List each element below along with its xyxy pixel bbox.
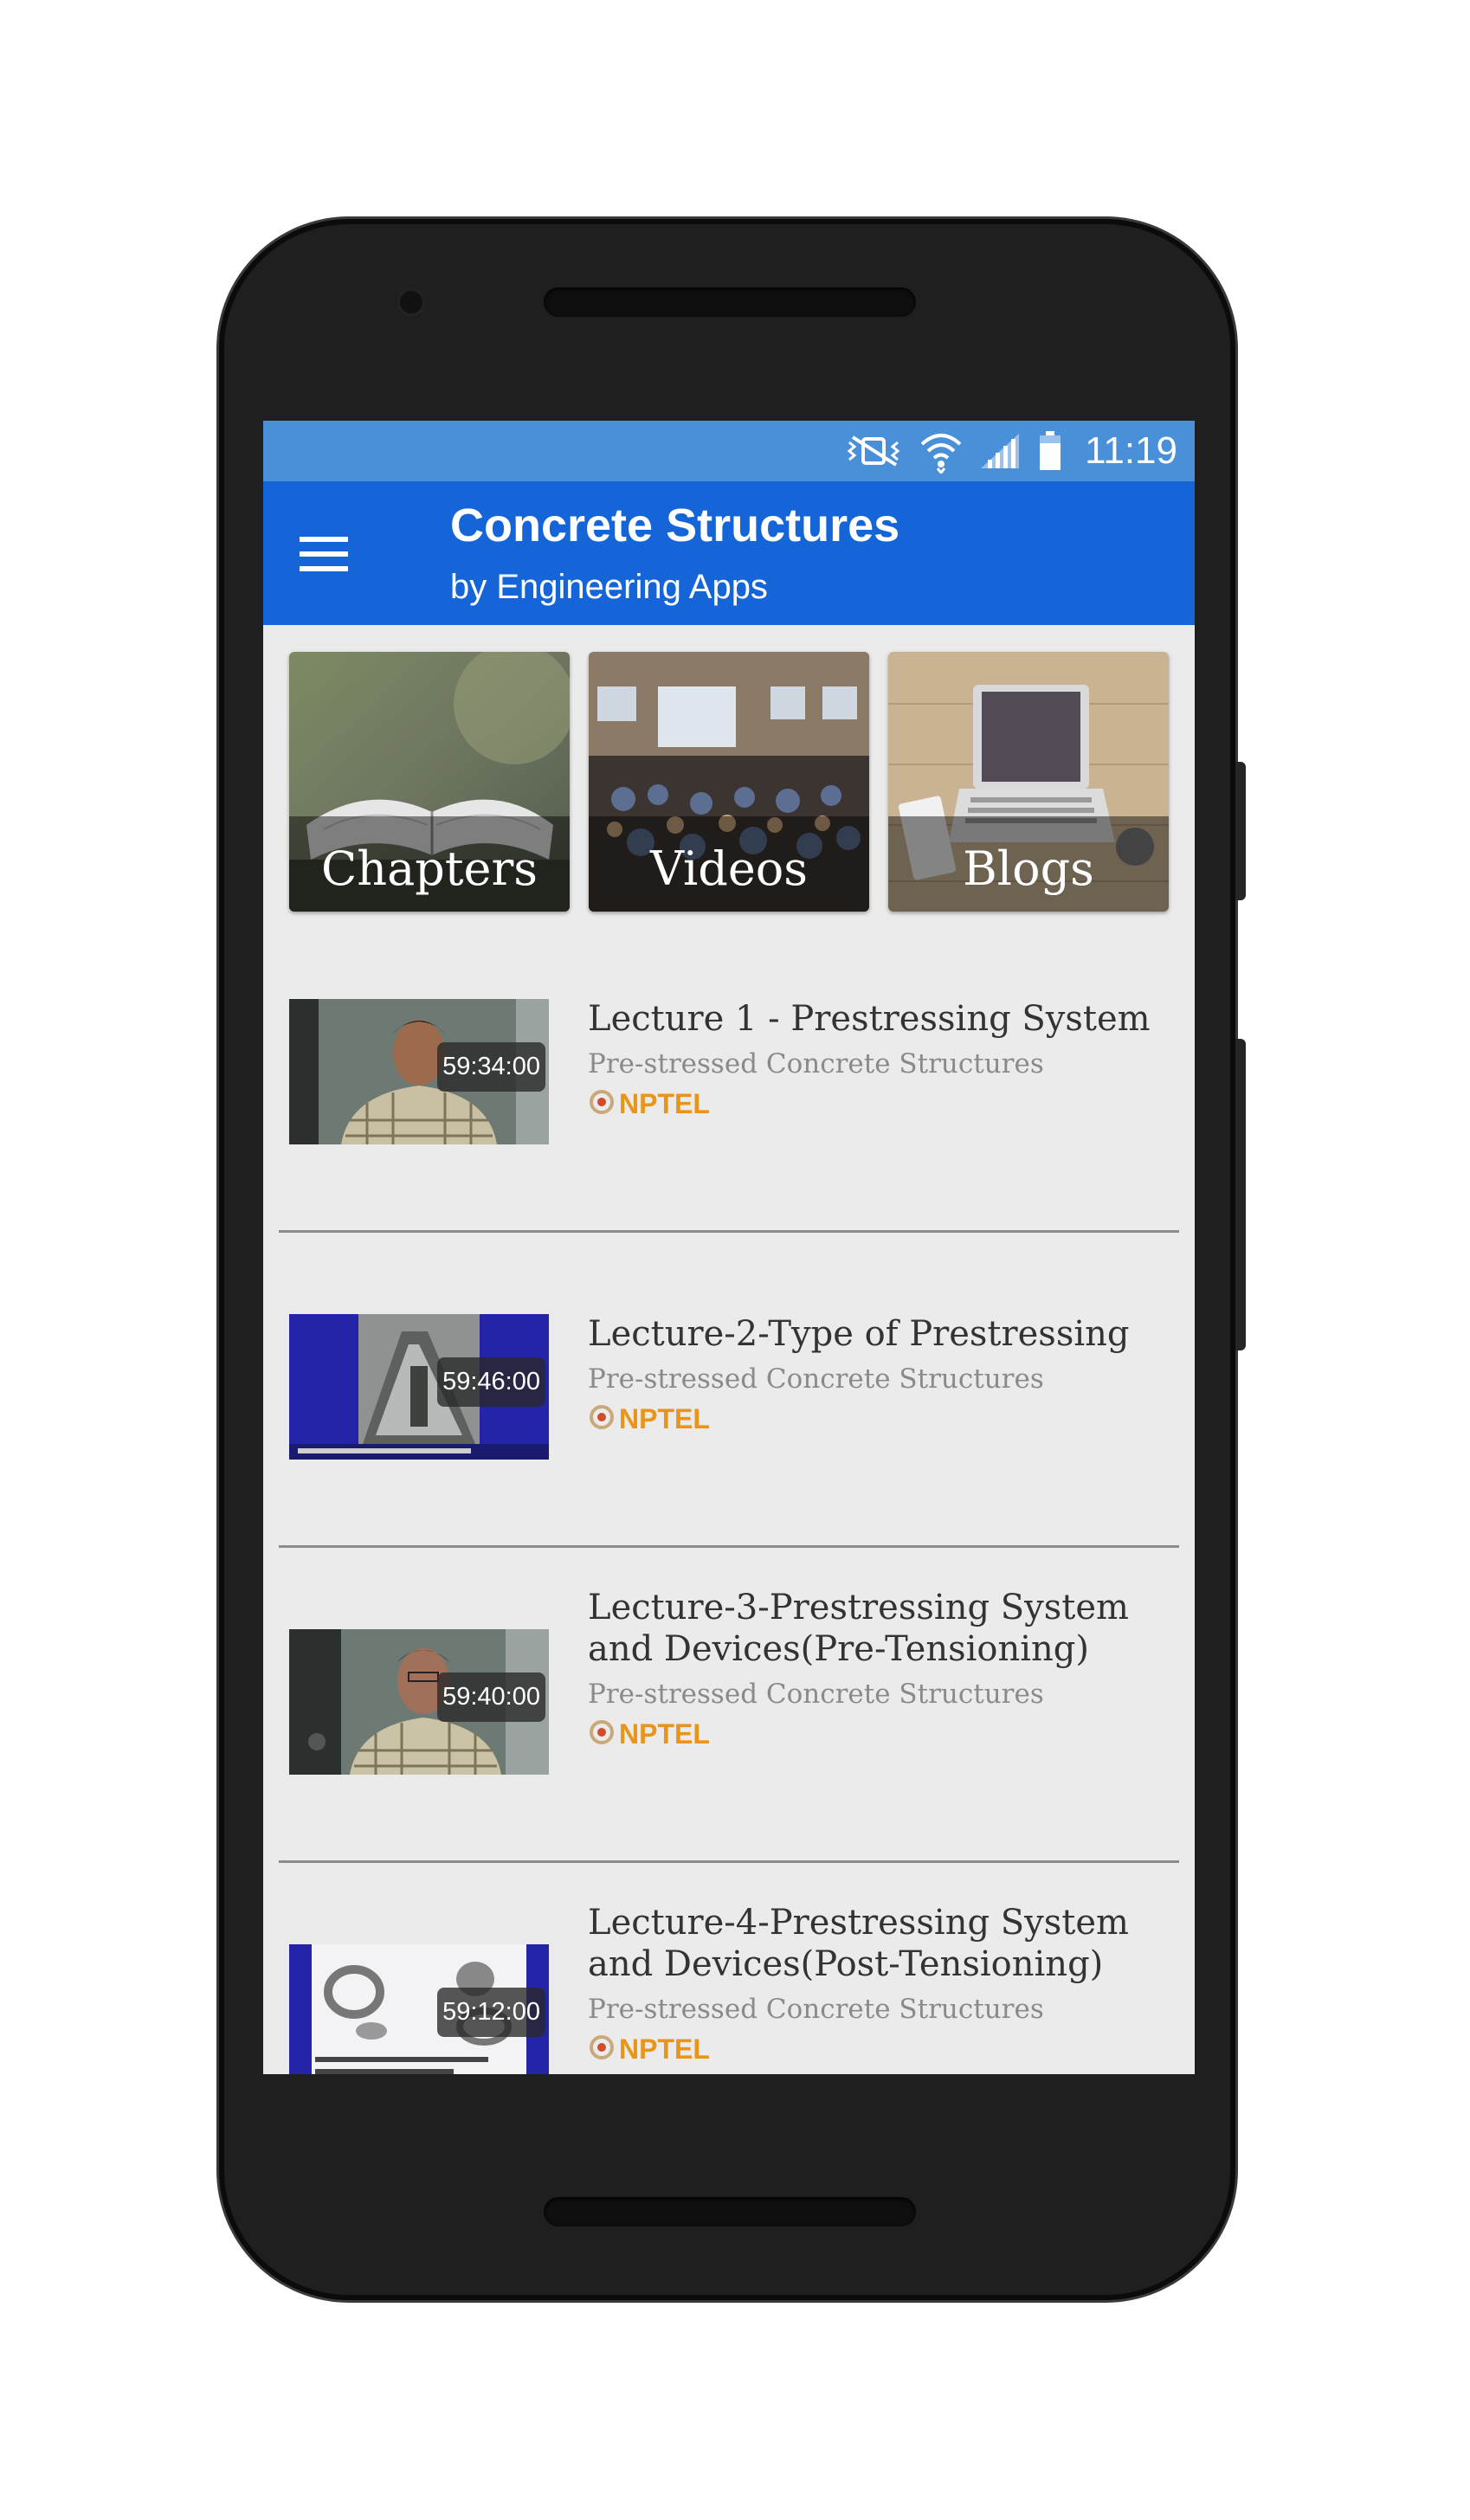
chapters-tile[interactable]: Chapters [289,652,570,912]
video-list-item[interactable]: 59:40:00 Lecture-3-Prestressing System a… [263,1580,1195,1894]
category-tiles: Chapters Videos Blogs [289,652,1169,912]
video-course: Pre-stressed Concrete Structures [588,1679,1044,1710]
app-bar: Concrete Structures by Engineering Apps [263,481,1195,625]
front-camera [397,287,426,317]
nptel-logo-icon [588,2033,616,2066]
list-divider [279,1230,1179,1233]
videos-label: Videos [649,841,809,896]
video-source: NPTEL [588,2033,710,2066]
video-source-label: NPTEL [619,2033,710,2065]
battery-icon [1038,431,1062,471]
nptel-logo-icon [588,1403,616,1435]
video-source: NPTEL [588,1403,710,1435]
video-duration: 59:40:00 [437,1672,545,1722]
volume-button [1235,1039,1246,1350]
video-duration: 59:46:00 [437,1357,545,1407]
video-title[interactable]: Lecture-3-Prestressing System and Device… [588,1587,1177,1670]
video-thumbnail[interactable]: 59:46:00 [289,1314,549,1460]
app-screen: 11:19 Concrete Structures by Engineering… [263,421,1195,2074]
nptel-logo-icon [588,1088,616,1120]
status-bar: 11:19 [263,421,1195,481]
nptel-logo-icon [588,1718,616,1750]
blogs-tile[interactable]: Blogs [888,652,1169,912]
power-button [1235,762,1246,900]
video-duration: 59:34:00 [437,1042,545,1092]
status-icons: 11:19 [846,421,1177,481]
blogs-label: Blogs [963,841,1094,896]
video-course: Pre-stressed Concrete Structures [588,1994,1044,2025]
video-list-item[interactable]: 59:34:00 Lecture 1 - Prestressing System… [263,950,1195,1264]
video-source-label: NPTEL [619,1088,710,1119]
list-divider [279,1860,1179,1863]
video-title[interactable]: Lecture-2-Type of Prestressing [588,1313,1177,1355]
video-source-label: NPTEL [619,1403,710,1434]
video-course: Pre-stressed Concrete Structures [588,1048,1044,1080]
video-source: NPTEL [588,1718,710,1750]
signal-icon [979,432,1022,470]
video-thumbnail[interactable]: 59:40:00 [289,1629,549,1775]
app-subtitle: by Engineering Apps [450,568,768,606]
video-thumbnail[interactable]: 59:12:00 [289,1944,549,2074]
video-list-item[interactable]: 59:12:00 Lecture-4-Prestressing System a… [263,1895,1195,2074]
video-list-item[interactable]: 59:46:00 Lecture-2-Type of Prestressing … [263,1265,1195,1579]
app-title: Concrete Structures [450,499,900,551]
video-title[interactable]: Lecture 1 - Prestressing System [588,998,1177,1040]
chapters-label: Chapters [320,841,538,896]
status-time: 11:19 [1085,429,1177,472]
videos-tile[interactable]: Videos [589,652,869,912]
video-title[interactable]: Lecture-4-Prestressing System and Device… [588,1902,1177,1985]
wifi-icon [919,429,964,474]
bottom-speaker [544,2197,916,2227]
video-source: NPTEL [588,1088,710,1120]
list-divider [279,1545,1179,1548]
vibrate-icon [846,434,903,468]
video-source-label: NPTEL [619,1718,710,1750]
video-duration: 59:12:00 [437,1988,545,2037]
video-course: Pre-stressed Concrete Structures [588,1363,1044,1395]
video-thumbnail[interactable]: 59:34:00 [289,999,549,1144]
earpiece-speaker [544,287,916,317]
hamburger-menu-icon[interactable] [298,528,350,580]
